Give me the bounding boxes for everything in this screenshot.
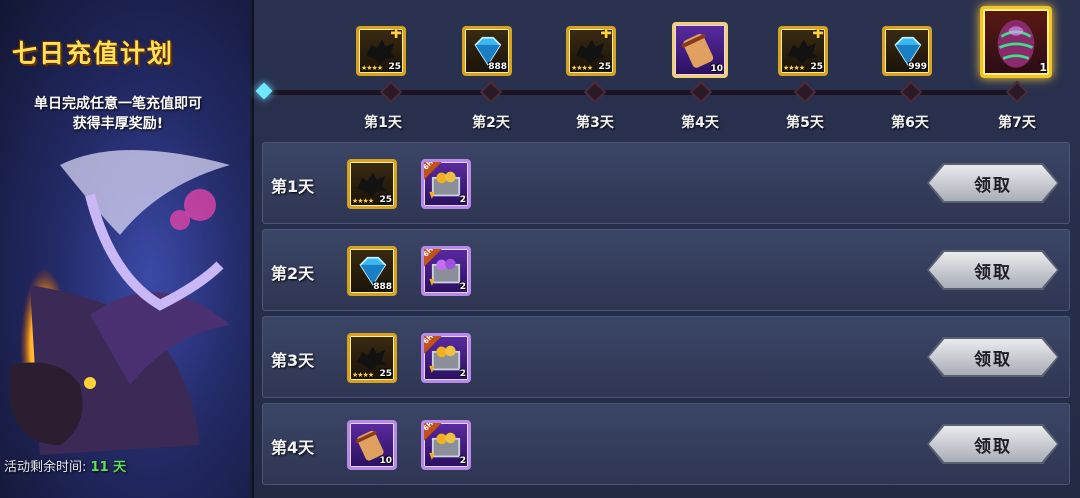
gold-chest-icon[interactable]: 6H 2 [421, 420, 471, 470]
milestone-qty: 10 [710, 64, 723, 74]
scroll-icon[interactable]: 10 [347, 420, 397, 470]
reward-row: 第4天 10 6H 2 领取 [262, 403, 1070, 485]
claim-button[interactable]: 领取 [929, 252, 1057, 288]
milestone-qty: 25 [388, 62, 401, 72]
claim-button[interactable]: 领取 [929, 426, 1057, 462]
stars-icon: ★★★★ [783, 64, 805, 72]
milestone-qty: 25 [810, 62, 823, 72]
stars-icon: ★★★★ [571, 64, 593, 72]
milestone-day-label: 第6天 [891, 115, 929, 131]
milestone-day-label: 第1天 [364, 115, 402, 131]
dragon-egg-icon[interactable]: 1 [980, 6, 1052, 78]
milestone-day-label: 第3天 [576, 115, 614, 131]
gold-chest-icon[interactable]: 6H 2 [421, 333, 471, 383]
milestone-day-label: 第4天 [681, 115, 719, 131]
milestone-day-label: 第5天 [786, 115, 824, 131]
claim-button[interactable]: 领取 [929, 339, 1057, 375]
reward-qty: 888 [373, 282, 392, 292]
blue-diamond-icon[interactable]: 888 [347, 246, 397, 296]
reward-qty: 25 [379, 195, 392, 205]
purple-chest-icon[interactable]: 6H 2 [421, 246, 471, 296]
claim-button[interactable]: 领取 [929, 165, 1057, 201]
row-day-label: 第2天 [271, 264, 315, 283]
duration-tag-text: 6H [421, 159, 435, 172]
stars-icon: ★★★★ [352, 197, 374, 205]
remaining-time-value: 11 天 [90, 460, 127, 475]
reward-qty: 2 [459, 369, 466, 379]
milestone-qty: 1 [1039, 61, 1047, 74]
event-description-line2: 获得丰厚奖励! [72, 116, 164, 132]
dragon-soul-icon[interactable]: ✚ ★★★★ 25 [356, 26, 406, 76]
left-panel: 七日充值计划 单日完成任意一笔充值即可 获得丰厚奖励! 活动剩余时间: 11 天 [0, 0, 250, 498]
reward-qty: 2 [459, 456, 466, 466]
duration-tag-text: 6H [421, 333, 435, 346]
milestone-day-label: 第7天 [998, 115, 1036, 131]
plus-icon: ✚ [390, 26, 402, 42]
event-description-line1: 单日完成任意一笔充值即可 [34, 96, 202, 112]
scroll-icon[interactable]: 10 [672, 22, 728, 78]
dragon-soul-icon[interactable]: ✚ ★★★★ 25 [778, 26, 828, 76]
duration-tag: 6H [421, 420, 444, 443]
stars-icon: ★★★★ [361, 64, 383, 72]
remaining-time: 活动剩余时间: 11 天 [4, 456, 126, 475]
dragon-soul-icon[interactable]: ✚ ★★★★ 25 [566, 26, 616, 76]
event-description: 单日完成任意一笔充值即可 获得丰厚奖励! [0, 94, 236, 134]
reward-row: 第2天 888 6H 2 领取 [262, 229, 1070, 311]
blue-diamond-icon[interactable]: 999 [882, 26, 932, 76]
reward-row: 第1天 ★★★★ 25 6H 2 领取 [262, 142, 1070, 224]
stars-icon: ★★★★ [352, 371, 374, 379]
row-day-label: 第3天 [271, 351, 315, 370]
duration-tag-text: 6H [421, 246, 435, 259]
duration-tag: 6H [421, 333, 444, 356]
duration-tag: 6H [421, 159, 444, 182]
milestone-day-label: 第2天 [472, 115, 510, 131]
reward-qty: 2 [459, 195, 466, 205]
plus-icon: ✚ [600, 26, 612, 42]
milestone-qty: 999 [908, 62, 927, 72]
dragon-soul-icon[interactable]: ★★★★ 25 [347, 333, 397, 383]
row-day-label: 第4天 [271, 438, 315, 457]
dragon-artwork [10, 150, 230, 455]
milestone-qty: 25 [598, 62, 611, 72]
event-title: 七日充值计划 [12, 39, 175, 68]
reward-qty: 25 [379, 369, 392, 379]
row-day-label: 第1天 [271, 177, 315, 196]
remaining-time-label: 活动剩余时间: [4, 460, 87, 475]
reward-qty: 10 [379, 456, 392, 466]
duration-tag-text: 6H [421, 420, 435, 433]
dragon-soul-icon[interactable]: ★★★★ 25 [347, 159, 397, 209]
milestone-qty: 888 [488, 62, 507, 72]
reward-qty: 2 [459, 282, 466, 292]
reward-row: 第3天 ★★★★ 25 6H 2 领取 [262, 316, 1070, 398]
duration-tag: 6H [421, 246, 444, 269]
gold-chest-icon[interactable]: 6H 2 [421, 159, 471, 209]
plus-icon: ✚ [812, 26, 824, 42]
blue-diamond-icon[interactable]: 888 [462, 26, 512, 76]
